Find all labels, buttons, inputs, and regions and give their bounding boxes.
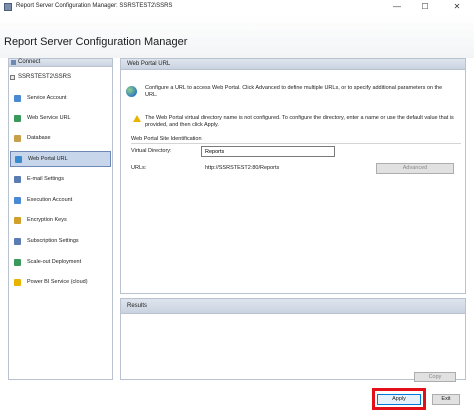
- copy-button[interactable]: Copy: [414, 372, 456, 382]
- sidebar-item-label: Web Portal URL: [28, 156, 68, 162]
- globe-icon: [126, 86, 137, 97]
- web-service-icon: [14, 115, 21, 122]
- close-icon[interactable]: ✕: [446, 0, 468, 14]
- email-icon: [14, 176, 21, 183]
- app-icon: [4, 3, 12, 11]
- sidebar-item-web-portal-url[interactable]: Web Portal URL: [10, 151, 111, 167]
- sidebar-item-encryption-keys[interactable]: Encryption Keys: [10, 213, 111, 229]
- web-portal-icon: [15, 156, 22, 163]
- sidebar-item-subscription-settings[interactable]: Subscription Settings: [10, 234, 111, 250]
- sidebar-item-label: Power BI Service (cloud): [27, 279, 88, 285]
- exit-button[interactable]: Exit: [432, 394, 460, 405]
- virtual-directory-input[interactable]: [201, 146, 335, 157]
- sidebar-item-label: Service Account: [27, 95, 67, 101]
- power-bi-icon: [14, 279, 21, 286]
- sidebar-item-service-account[interactable]: Service Account: [10, 91, 111, 107]
- scale-out-icon: [14, 259, 21, 266]
- database-icon: [14, 135, 21, 142]
- main-panel-header: [120, 58, 466, 70]
- connect-icon: [11, 60, 16, 65]
- intro-text: Configure a URL to access Web Portal. Cl…: [145, 85, 443, 98]
- service-account-icon: [14, 95, 21, 102]
- sidebar-item-label: Execution Account: [27, 197, 73, 203]
- urls-label: URLs:: [131, 165, 147, 171]
- sidebar-item-label: Encryption Keys: [27, 217, 67, 223]
- encryption-keys-icon: [14, 217, 21, 224]
- minimize-icon[interactable]: —: [386, 0, 408, 14]
- page-title: Report Server Configuration Manager: [4, 36, 188, 48]
- sidebar-item-email-settings[interactable]: E-mail Settings: [10, 172, 111, 188]
- server-name: SSRSTEST2\SSRS: [18, 74, 72, 80]
- warning-text: The Web Portal virtual directory name is…: [145, 115, 454, 128]
- urls-value: http://SSRSTEST2:80/Reports: [205, 165, 280, 171]
- sidebar-item-scale-out-deployment[interactable]: Scale-out Deployment: [10, 255, 111, 271]
- results-header: [120, 298, 466, 314]
- sidebar-item-database[interactable]: Database: [10, 131, 111, 147]
- virtual-directory-label: Virtual Directory:: [131, 148, 172, 154]
- subscription-icon: [14, 238, 21, 245]
- sidebar-item-power-bi-service[interactable]: Power BI Service (cloud): [10, 275, 111, 291]
- connect-label: Connect: [18, 59, 41, 65]
- advanced-button[interactable]: Advanced: [376, 163, 454, 174]
- execution-account-icon: [14, 197, 21, 204]
- sidebar-item-label: E-mail Settings: [27, 176, 64, 182]
- results-title: Results: [127, 303, 148, 309]
- section-title: Web Portal URL: [127, 61, 171, 67]
- sidebar-item-label: Subscription Settings: [27, 238, 79, 244]
- sidebar-item-web-service-url[interactable]: Web Service URL: [10, 111, 111, 127]
- warning-icon: [133, 115, 141, 122]
- window-title: Report Server Configuration Manager: SSR…: [16, 3, 173, 9]
- apply-button[interactable]: Apply: [377, 394, 421, 405]
- sidebar-item-label: Database: [27, 135, 51, 141]
- divider: [131, 143, 461, 144]
- sidebar-item-execution-account[interactable]: Execution Account: [10, 193, 111, 209]
- server-icon: [10, 75, 15, 80]
- maximize-icon[interactable]: ☐: [414, 0, 436, 14]
- sidebar-item-label: Web Service URL: [27, 115, 71, 121]
- site-identification-label: Web Portal Site Identification: [131, 136, 202, 142]
- sidebar-item-label: Scale-out Deployment: [27, 259, 82, 265]
